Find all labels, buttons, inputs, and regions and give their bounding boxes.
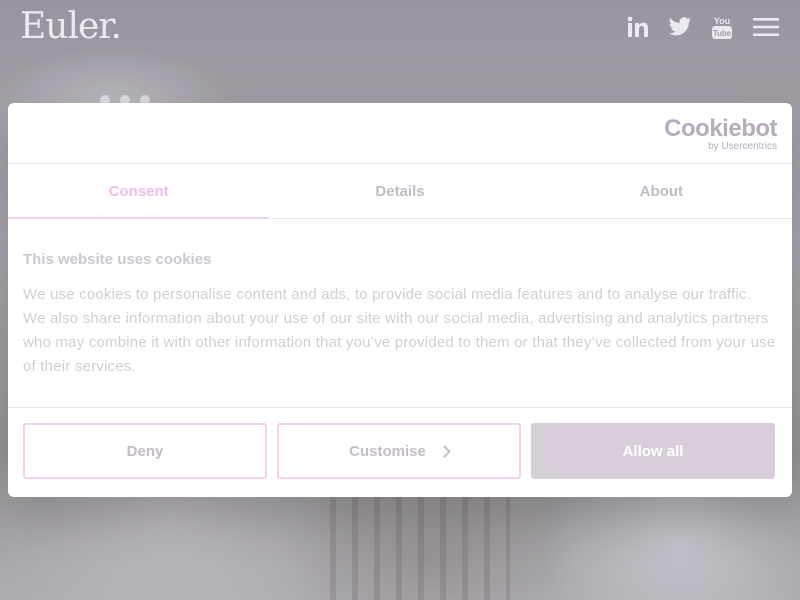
youtube-icon[interactable]: You Tube xyxy=(710,12,734,42)
consent-body: This website uses cookies We use cookies… xyxy=(8,219,792,379)
brand-subtitle: by Usercentrics xyxy=(708,141,777,152)
deny-button[interactable]: Deny xyxy=(23,423,267,479)
tab-details[interactable]: Details xyxy=(269,164,530,218)
consent-actions: Deny Customise Allow all xyxy=(23,423,775,479)
chevron-right-icon xyxy=(437,444,451,458)
hamburger-menu-icon[interactable] xyxy=(752,12,780,42)
svg-text:You: You xyxy=(714,16,730,26)
actions-divider xyxy=(8,407,792,408)
site-logo[interactable]: Euler. xyxy=(20,6,122,47)
dialog-tabs: Consent Details About xyxy=(8,164,792,219)
deny-button-label: Deny xyxy=(126,442,164,460)
consent-description: We use cookies to personalise content an… xyxy=(23,286,776,375)
twitter-icon[interactable] xyxy=(668,12,692,42)
linkedin-icon[interactable] xyxy=(626,12,650,42)
svg-text:Tube: Tube xyxy=(713,29,732,38)
tab-consent[interactable]: Consent xyxy=(8,164,270,219)
cookie-consent-dialog: Cookiebot by Usercentrics Consent Detail… xyxy=(8,103,792,497)
brand-name: Cookiebot xyxy=(664,115,777,142)
tab-about[interactable]: About xyxy=(531,164,792,218)
allow-all-button-label: Allow all xyxy=(622,442,684,460)
cookiebot-logo[interactable]: Cookiebot by Usercentrics xyxy=(664,117,777,152)
dialog-header: Cookiebot by Usercentrics xyxy=(8,103,792,164)
consent-title: This website uses cookies xyxy=(23,251,212,268)
header-icons: You Tube xyxy=(626,12,780,42)
customise-button[interactable]: Customise xyxy=(277,423,521,479)
allow-all-button[interactable]: Allow all xyxy=(531,423,775,479)
customise-button-label: Customise xyxy=(349,442,426,460)
